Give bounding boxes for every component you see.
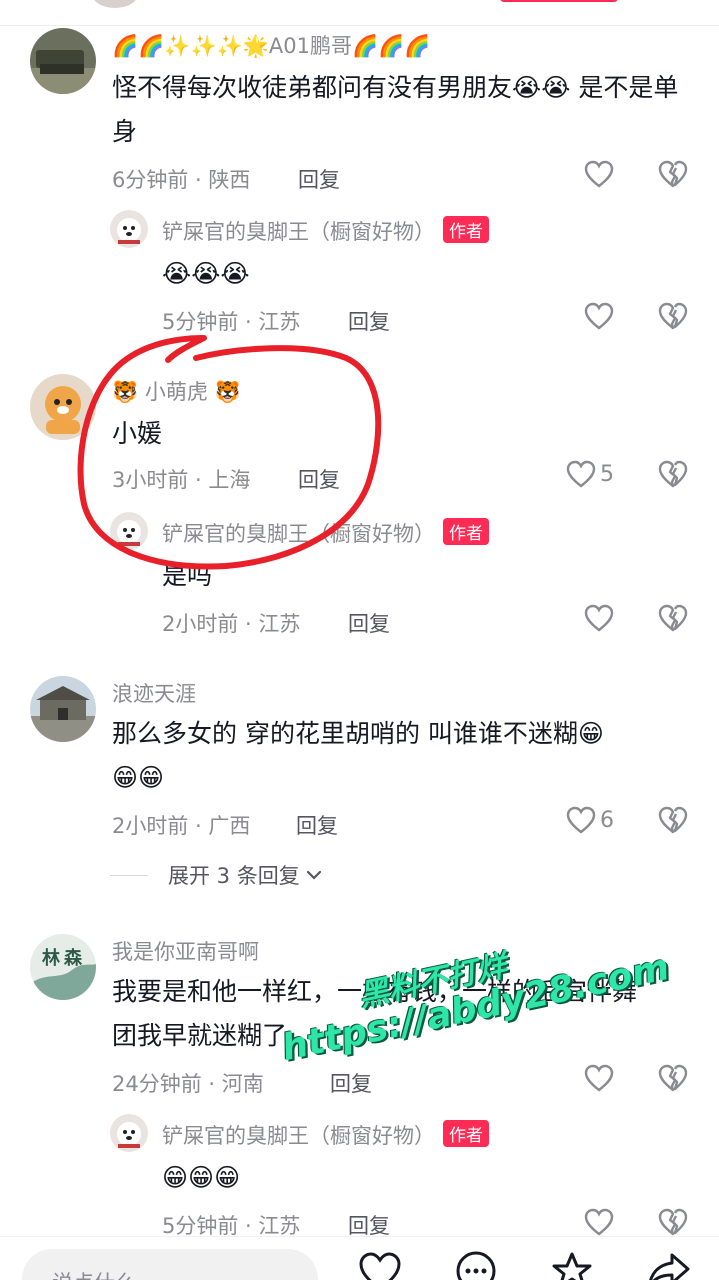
heart-icon <box>584 1064 614 1092</box>
avatar[interactable] <box>92 0 138 8</box>
reply-button[interactable]: 回复 <box>298 164 340 194</box>
comment-username[interactable]: 🐯 小萌虎 🐯 <box>112 376 241 406</box>
broken-heart-icon <box>658 460 688 488</box>
like-button[interactable]: 5 <box>566 460 614 488</box>
divider <box>110 874 148 876</box>
avatar[interactable] <box>110 512 148 550</box>
dislike-button[interactable] <box>658 460 688 492</box>
avatar[interactable]: 林森 <box>30 934 96 1000</box>
expand-replies-button[interactable]: 展开 3 条回复 <box>110 860 322 890</box>
expand-replies-label: 展开 3 条回复 <box>168 864 300 888</box>
broken-heart-icon <box>658 1064 688 1092</box>
comment-username[interactable]: 浪迹天涯 <box>112 678 196 708</box>
comment-text: 小媛 <box>112 419 163 448</box>
like-count: 5 <box>600 461 614 487</box>
chevron-down-icon <box>306 870 321 880</box>
comment-input[interactable]: 说点什么... <box>22 1249 318 1280</box>
comment-username[interactable]: 我是你亚南哥啊 <box>112 936 259 966</box>
heart-icon <box>584 302 614 330</box>
svg-text:森: 森 <box>64 947 83 969</box>
like-button[interactable] <box>584 604 614 632</box>
avatar[interactable] <box>110 1114 148 1152</box>
like-button[interactable] <box>584 1064 614 1092</box>
comment-text-line: 那么多女的 穿的花里胡哨的 叫谁谁不迷糊😁 <box>112 719 604 748</box>
broken-heart-icon <box>658 806 688 834</box>
heart-icon <box>584 604 614 632</box>
avatar[interactable] <box>110 210 148 248</box>
comment-time-location: 2小时前 · 广西 <box>112 814 251 838</box>
avatar[interactable] <box>30 374 96 440</box>
comment-time-location: 24分钟前 · 河南 <box>112 1072 264 1096</box>
comment-text-line: 😁😁 <box>112 763 165 792</box>
comment-button[interactable] <box>454 1251 498 1280</box>
comment-time-location: 6分钟前 · 陕西 <box>112 168 251 192</box>
broken-heart-icon <box>658 604 688 632</box>
dislike-button[interactable] <box>658 1064 688 1096</box>
top-bar-remnant <box>0 0 719 26</box>
comment-bubble-icon <box>456 1251 496 1280</box>
comment-time-location: 5分钟前 · 江苏 <box>162 310 301 334</box>
broken-heart-icon <box>658 160 688 188</box>
reply-text: 😭😭😭 <box>162 259 250 288</box>
reply-button[interactable]: 回复 <box>330 1068 372 1098</box>
heart-icon <box>566 806 596 834</box>
reply-username[interactable]: 铲屎官的臭脚王（橱窗好物） 作者 <box>162 216 489 246</box>
like-button[interactable] <box>584 160 614 188</box>
comment-text: 怪不得每次收徒弟都问有没有男朋友😭😭 是不是单身 <box>112 73 679 146</box>
share-arrow-icon <box>649 1253 690 1280</box>
heart-icon <box>584 160 614 188</box>
heart-icon <box>359 1252 401 1280</box>
svg-text:林: 林 <box>42 947 60 969</box>
reply-button[interactable]: 回复 <box>348 306 390 336</box>
dislike-button[interactable] <box>658 302 688 334</box>
like-video-button[interactable] <box>358 1251 402 1280</box>
username-text[interactable]: 铲屎官的臭脚王（橱窗好物） <box>162 522 435 546</box>
author-badge: 作者 <box>443 1120 489 1147</box>
reply-text: 是吗 <box>162 561 213 590</box>
broken-heart-icon <box>658 1208 688 1236</box>
avatar[interactable] <box>30 28 96 94</box>
author-badge: 作者 <box>443 216 489 243</box>
reply-button[interactable]: 回复 <box>348 608 390 638</box>
like-button[interactable]: 6 <box>566 806 614 834</box>
like-count: 6 <box>600 807 614 833</box>
dislike-button[interactable] <box>658 160 688 192</box>
broken-heart-icon <box>658 302 688 330</box>
reply-username[interactable]: 铲屎官的臭脚王（橱窗好物） 作者 <box>162 518 489 548</box>
reply-text: 😁😁😁 <box>162 1163 241 1192</box>
comment-time-location: 3小时前 · 上海 <box>112 468 251 492</box>
follow-button[interactable] <box>500 0 618 2</box>
reply-button[interactable]: 回复 <box>298 464 340 494</box>
heart-icon <box>566 460 596 488</box>
comment-username[interactable]: 🌈🌈✨✨✨🌟A01鹏哥🌈🌈🌈 <box>112 30 430 60</box>
reply-button[interactable]: 回复 <box>296 810 338 840</box>
heart-icon <box>584 1208 614 1236</box>
star-icon <box>552 1252 592 1280</box>
author-badge: 作者 <box>443 518 489 545</box>
dislike-button[interactable] <box>658 604 688 636</box>
comment-time-location: 2小时前 · 江苏 <box>162 612 301 636</box>
bottom-bar: 说点什么... <box>0 1236 719 1280</box>
comment-text-line: 团我早就迷糊了 <box>112 1021 288 1050</box>
username-text[interactable]: 铲屎官的臭脚王（橱窗好物） <box>162 1124 435 1148</box>
dislike-button[interactable] <box>658 806 688 838</box>
share-button[interactable] <box>646 1251 690 1280</box>
comment-input-placeholder: 说点什么... <box>52 1267 156 1280</box>
favorite-button[interactable] <box>550 1251 594 1280</box>
like-button[interactable] <box>584 302 614 330</box>
avatar[interactable] <box>30 676 96 742</box>
reply-username[interactable]: 铲屎官的臭脚王（橱窗好物） 作者 <box>162 1120 489 1150</box>
like-button[interactable] <box>584 1208 614 1236</box>
username-text[interactable]: 铲屎官的臭脚王（橱窗好物） <box>162 220 435 244</box>
